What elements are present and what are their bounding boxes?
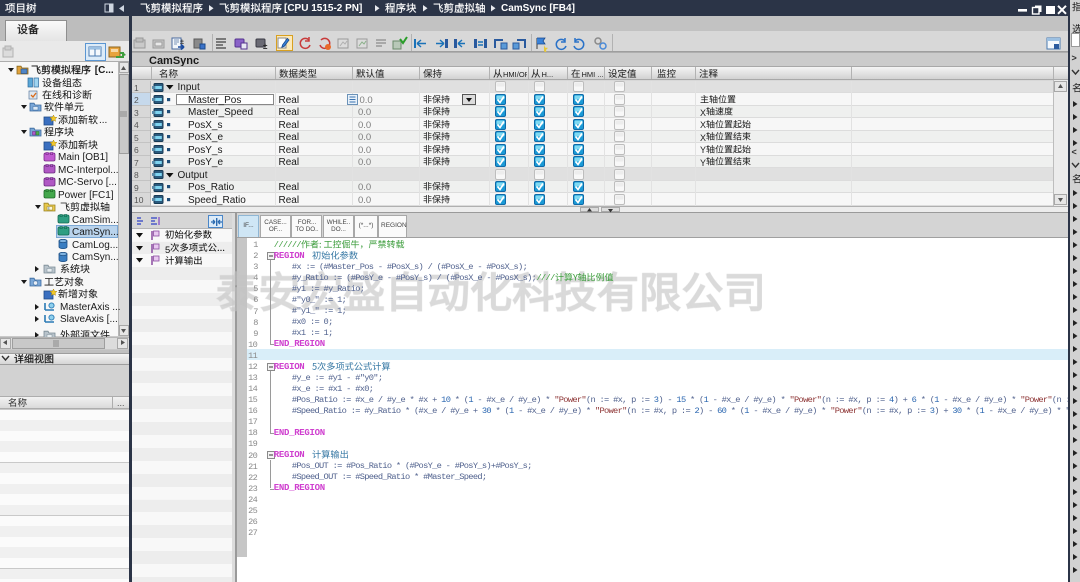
svg-text:±: ± [180,39,184,46]
svg-text:±: ± [263,42,268,51]
